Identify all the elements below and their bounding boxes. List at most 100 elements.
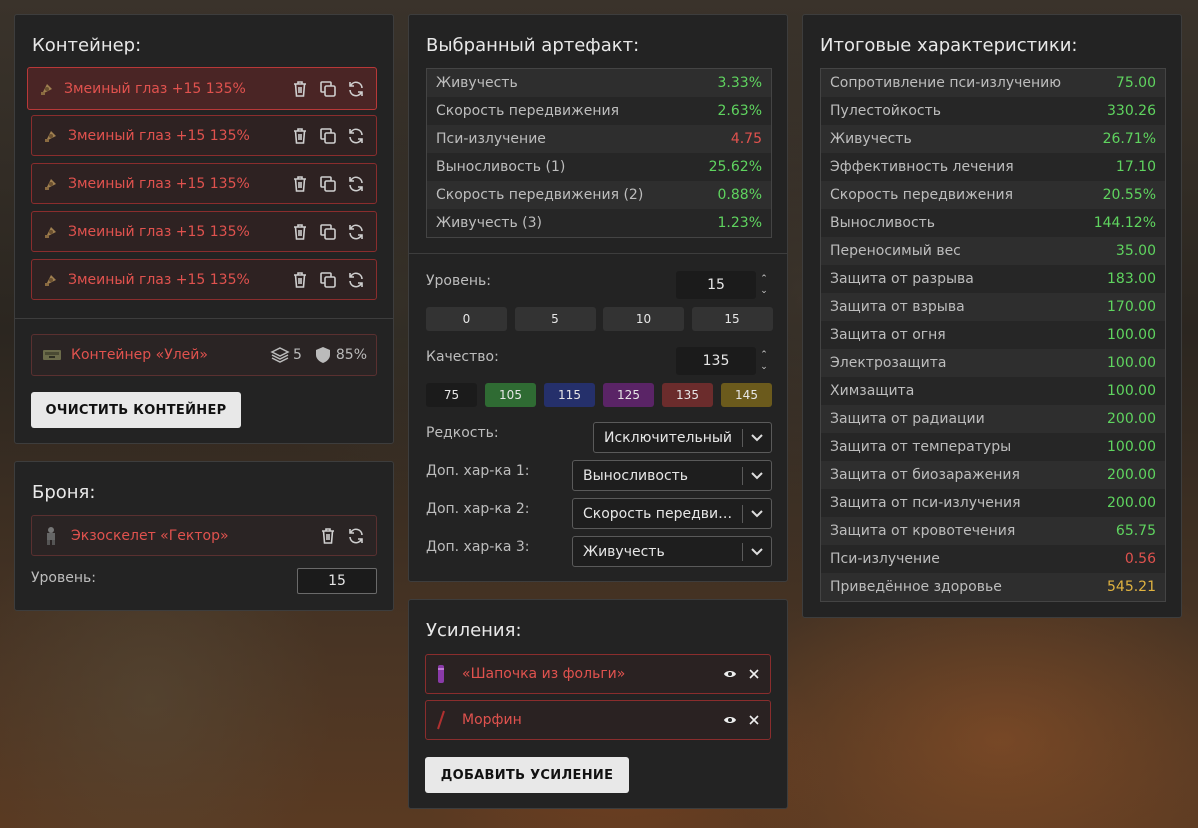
- copy-icon[interactable]: [318, 126, 338, 146]
- stat-value: 2.63%: [717, 103, 762, 119]
- level-preset-button[interactable]: 10: [603, 307, 684, 331]
- stat-row: Приведённое здоровье 545.21: [821, 573, 1165, 601]
- copy-icon[interactable]: [318, 79, 338, 99]
- quality-preset-button[interactable]: 145: [721, 383, 772, 407]
- trash-icon[interactable]: [290, 174, 310, 194]
- rarity-label: Редкость:: [426, 425, 499, 441]
- stat-label: Скорость передвижения: [830, 187, 1013, 203]
- stat-value: 200.00: [1107, 495, 1156, 511]
- level-stepper[interactable]: ⌃ ⌄: [758, 275, 770, 296]
- chevron-down-icon: [743, 471, 771, 480]
- layers-icon: [270, 345, 290, 365]
- chevron-up-icon[interactable]: ⌃: [760, 351, 768, 360]
- stat-value: 20.55%: [1102, 187, 1156, 203]
- stat-label: Переносимый вес: [830, 243, 961, 259]
- extra2-value: Скорость передвижения: [583, 505, 742, 522]
- container-item[interactable]: Змеиный глаз +15 135%: [31, 259, 377, 300]
- level-preset-button[interactable]: 0: [426, 307, 507, 331]
- boosts-panel: Усиления: «Шапочка из фольги» Морфин ДОБА…: [408, 599, 788, 809]
- chevron-down-icon: [743, 433, 771, 442]
- swap-icon[interactable]: [346, 126, 366, 146]
- extra1-select[interactable]: Выносливость: [572, 460, 772, 491]
- container-item[interactable]: Змеиный глаз +15 135%: [31, 163, 377, 204]
- stat-label: Защита от радиации: [830, 411, 985, 427]
- quality-preset-button[interactable]: 115: [544, 383, 595, 407]
- level-input[interactable]: 15: [676, 271, 756, 299]
- chevron-up-icon[interactable]: ⌃: [760, 275, 768, 284]
- rarity-select[interactable]: Исключительный: [593, 422, 772, 453]
- trash-icon[interactable]: [290, 222, 310, 242]
- quality-preset-button[interactable]: 125: [603, 383, 654, 407]
- extra3-select[interactable]: Живучесть: [572, 536, 772, 567]
- container-item[interactable]: Змеиный глаз +15 135%: [31, 211, 377, 252]
- stat-label: Живучесть: [436, 75, 518, 91]
- stat-label: Электрозащита: [830, 355, 947, 371]
- stat-row: Живучесть 3.33%: [427, 69, 771, 97]
- trash-icon[interactable]: [290, 79, 310, 99]
- stat-row: Живучесть (3) 1.23%: [427, 209, 771, 237]
- swap-icon[interactable]: [346, 222, 366, 242]
- artifact-title: Выбранный артефакт:: [426, 35, 640, 56]
- swap-icon[interactable]: [346, 270, 366, 290]
- quality-preset-button[interactable]: 135: [662, 383, 713, 407]
- swap-icon[interactable]: [346, 79, 366, 99]
- trash-icon[interactable]: [290, 270, 310, 290]
- trash-icon[interactable]: [290, 126, 310, 146]
- chevron-down-icon[interactable]: ⌄: [760, 287, 768, 296]
- stat-label: Пулестойкость: [830, 103, 942, 119]
- stat-row: Защита от взрыва 170.00: [821, 293, 1165, 321]
- stat-value: 0.56: [1124, 551, 1156, 567]
- quality-stepper[interactable]: ⌃ ⌄: [758, 351, 770, 372]
- boost-item[interactable]: Морфин: [425, 700, 771, 740]
- extra2-select[interactable]: Скорость передвижения: [572, 498, 772, 529]
- stat-value: 183.00: [1107, 271, 1156, 287]
- artifact-icon: [42, 271, 60, 289]
- add-boost-button[interactable]: ДОБАВИТЬ УСИЛЕНИЕ: [425, 757, 629, 793]
- stat-label: Выносливость: [830, 215, 936, 231]
- clear-container-button[interactable]: ОЧИСТИТЬ КОНТЕЙНЕР: [31, 392, 241, 428]
- stat-row: Пулестойкость 330.26: [821, 97, 1165, 125]
- divider: [15, 318, 393, 319]
- eye-icon[interactable]: [723, 669, 737, 679]
- swap-icon[interactable]: [346, 174, 366, 194]
- stat-value: 0.88%: [717, 187, 762, 203]
- stat-value: 100.00: [1107, 439, 1156, 455]
- copy-icon[interactable]: [318, 174, 338, 194]
- stat-label: Приведённое здоровье: [830, 579, 1002, 595]
- trash-icon[interactable]: [318, 526, 338, 546]
- stat-row: Защита от разрыва 183.00: [821, 265, 1165, 293]
- container-item[interactable]: Змеиный глаз +15 135%: [31, 115, 377, 156]
- boost-item[interactable]: «Шапочка из фольги»: [425, 654, 771, 694]
- foil-hat-icon: [436, 664, 448, 684]
- level-preset-button[interactable]: 5: [514, 307, 596, 331]
- container-icon: [42, 347, 62, 363]
- quality-preset-button[interactable]: 105: [485, 383, 536, 407]
- container-item[interactable]: Змеиный глаз +15 135%: [27, 67, 377, 110]
- copy-icon[interactable]: [318, 222, 338, 242]
- stat-row: Выносливость (1) 25.62%: [427, 153, 771, 181]
- stat-label: Живучесть (3): [436, 215, 542, 231]
- quality-input[interactable]: 135: [676, 347, 756, 375]
- copy-icon[interactable]: [318, 270, 338, 290]
- swap-icon[interactable]: [346, 526, 366, 546]
- boost-label: Морфин: [462, 712, 522, 728]
- totals-title: Итоговые характеристики:: [820, 35, 1078, 56]
- eye-icon[interactable]: [723, 715, 737, 725]
- close-icon[interactable]: [749, 715, 759, 725]
- stat-row: Защита от биозаражения 200.00: [821, 461, 1165, 489]
- extra2-label: Доп. хар-ка 2:: [426, 501, 530, 517]
- stat-label: Пси-излучение: [830, 551, 940, 567]
- stat-row: Сопротивление пси-излучению 75.00: [821, 69, 1165, 97]
- stat-row: Защита от температуры 100.00: [821, 433, 1165, 461]
- armor-level-input[interactable]: 15: [297, 568, 377, 594]
- stat-row: Скорость передвижения (2) 0.88%: [427, 181, 771, 209]
- container-selector[interactable]: Контейнер «Улей» 5 85%: [31, 334, 377, 376]
- quality-preset-button[interactable]: 75: [426, 383, 477, 407]
- close-icon[interactable]: [749, 669, 759, 679]
- level-preset-button[interactable]: 15: [691, 307, 773, 331]
- stat-value: 100.00: [1107, 327, 1156, 343]
- armor-item[interactable]: Экзоскелет «Гектор»: [31, 515, 377, 556]
- totals-stats-table: Сопротивление пси-излучению 75.00 Пулестой…: [820, 68, 1166, 602]
- chevron-down-icon[interactable]: ⌄: [760, 363, 768, 372]
- stat-row: Скорость передвижения 20.55%: [821, 181, 1165, 209]
